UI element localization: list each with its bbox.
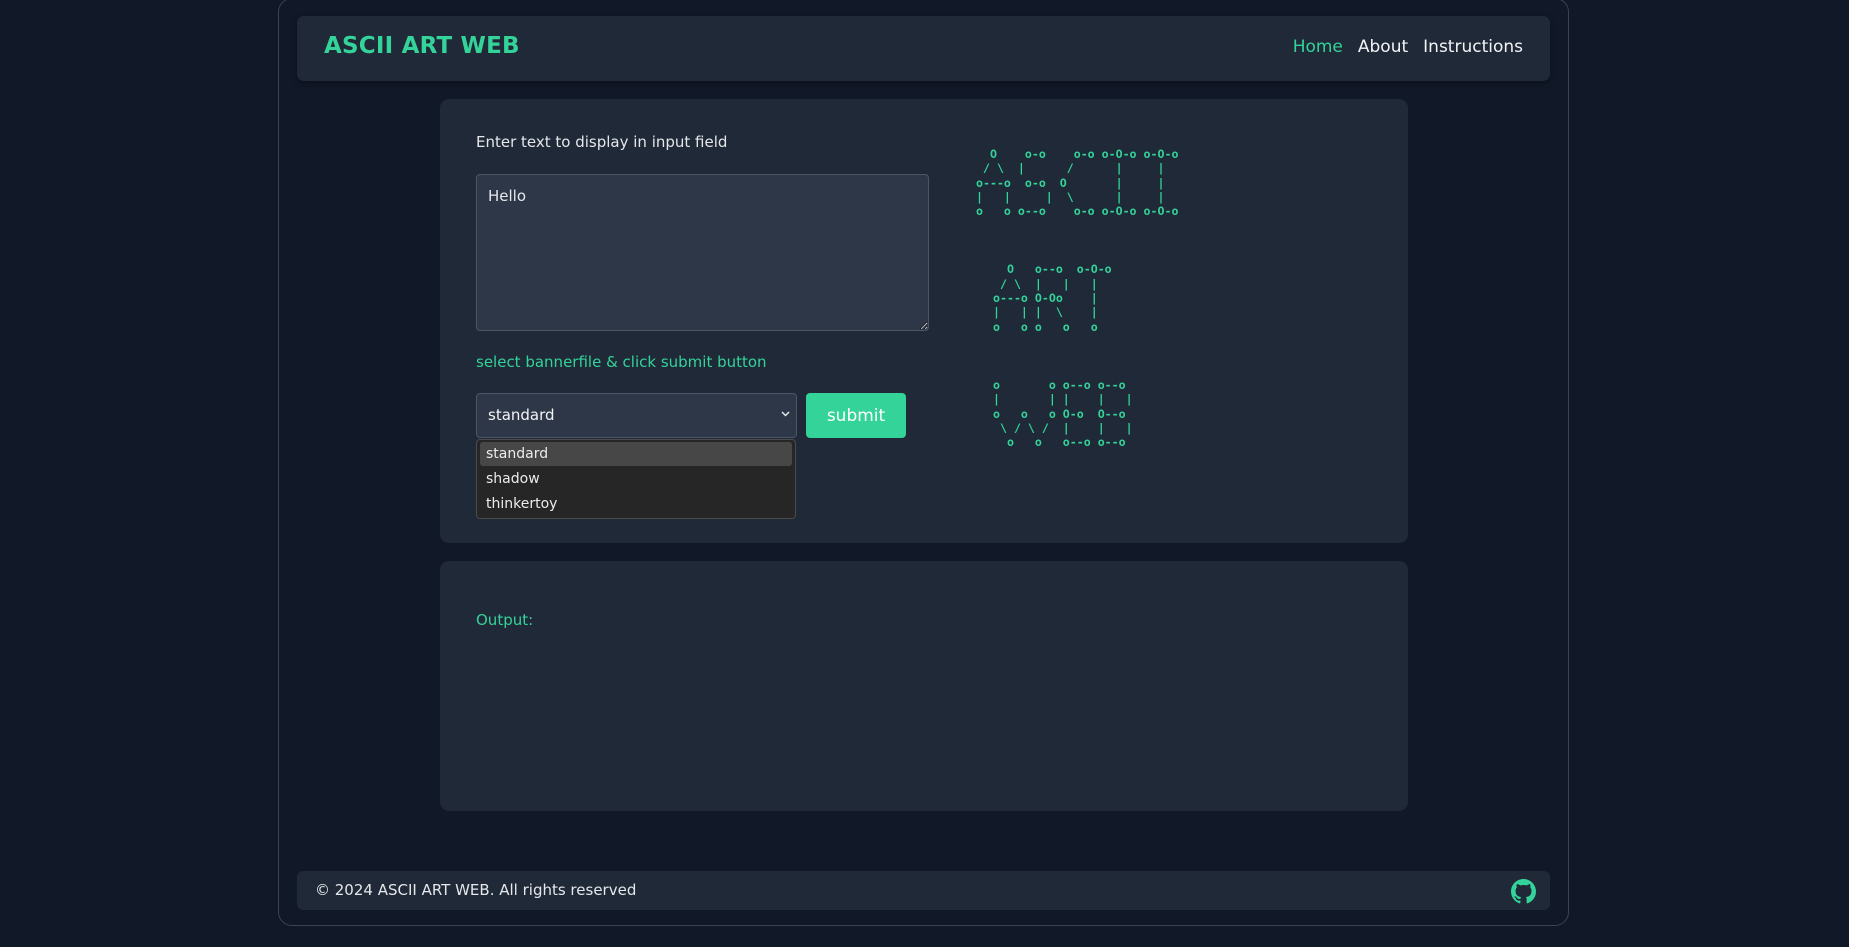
footer: © 2024 ASCII ART WEB. All rights reserve…	[297, 871, 1550, 910]
dropdown-option-shadow[interactable]: shadow	[480, 467, 792, 491]
copyright-text: © 2024 ASCII ART WEB. All rights reserve…	[315, 881, 637, 899]
ascii-logo-word-ascii: O o-o o-o o-O-o o-O-o / \ | / | | o---o …	[976, 147, 1179, 219]
banner-select-value: standard	[488, 406, 555, 424]
dropdown-option-thinkertoy[interactable]: thinkertoy	[480, 492, 792, 516]
nav-link-home[interactable]: Home	[1293, 37, 1343, 57]
navbar: ASCII ART WEB Home About Instructions	[297, 16, 1550, 81]
input-prompt-label: Enter text to display in input field	[476, 133, 728, 151]
nav-link-instructions[interactable]: Instructions	[1423, 37, 1523, 57]
banner-select[interactable]: standard	[476, 393, 797, 438]
submit-button[interactable]: submit	[806, 393, 906, 438]
brand-logo-text[interactable]: ASCII ART WEB	[324, 33, 520, 59]
output-card: Output:	[440, 561, 1408, 811]
ascii-art-logo: O o-o o-o o-O-o o-O-o / \ | / | | o---o …	[976, 147, 1178, 493]
output-area	[476, 641, 1372, 781]
output-label: Output:	[476, 611, 534, 629]
nav-link-about[interactable]: About	[1358, 37, 1408, 57]
nav-links: Home About Instructions	[1293, 37, 1523, 57]
ascii-logo-word-art: O o--o o-O-o / \ | | | o---o O-Oo | | | …	[993, 262, 1112, 334]
input-card: Enter text to display in input field Hel…	[440, 99, 1408, 543]
dropdown-option-standard[interactable]: standard	[480, 442, 792, 466]
github-icon[interactable]	[1511, 879, 1536, 904]
ascii-logo-word-web: o o o--o o--o | | | | | o o o O-o O--o \…	[993, 377, 1133, 450]
banner-dropdown-list: standard shadow thinkertoy	[476, 439, 796, 519]
banner-select-label: select bannerfile & click submit button	[476, 353, 767, 371]
text-input[interactable]: Hello	[476, 174, 929, 331]
chevron-down-icon	[781, 406, 790, 420]
